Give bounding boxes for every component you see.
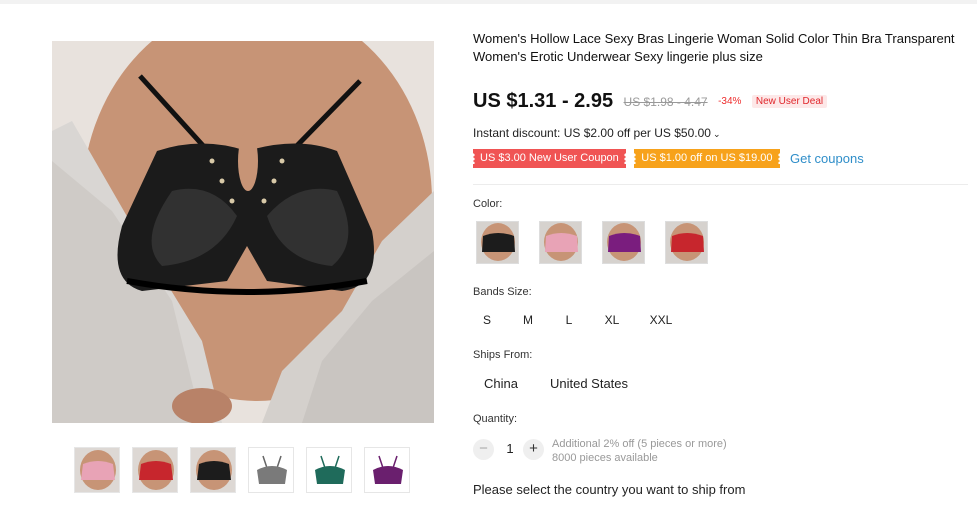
swatch-black-icon: [477, 222, 518, 263]
thumbnail-pink[interactable]: [74, 447, 120, 493]
ships-from-china[interactable]: China: [481, 373, 521, 395]
swatch-purple[interactable]: [602, 221, 645, 264]
new-user-coupon[interactable]: US $3.00 New User Coupon: [470, 149, 629, 168]
get-coupons-link[interactable]: Get coupons: [790, 151, 864, 166]
thumbnail-grey[interactable]: [248, 447, 294, 493]
thumbnail-red[interactable]: [132, 447, 178, 493]
thumbnail-purple-icon: [365, 448, 409, 492]
product-title: Women's Hollow Lace Sexy Bras Lingerie W…: [473, 31, 955, 64]
lace-bra-photo-icon: [52, 41, 434, 423]
original-price: US $1.98 - 4.47: [623, 94, 708, 109]
top-divider: [0, 0, 977, 4]
thumbnail-green[interactable]: [306, 447, 352, 493]
quantity-info: Additional 2% off (5 pieces or more) 800…: [552, 437, 727, 465]
pieces-available: 8000 pieces available: [552, 452, 658, 464]
ships-from-united-states[interactable]: United States: [547, 373, 631, 395]
size-option-xxl[interactable]: XXL: [646, 309, 676, 331]
thumbnail-red-icon: [133, 448, 177, 492]
coupon-row: US $3.00 New User Coupon US $1.00 off on…: [470, 149, 864, 169]
size-option-s[interactable]: S: [476, 309, 498, 331]
swatch-red-icon: [666, 222, 707, 263]
main-product-image[interactable]: [52, 41, 434, 423]
swatch-black[interactable]: [476, 221, 519, 264]
thumbnail-black[interactable]: [190, 447, 236, 493]
swatch-red[interactable]: [665, 221, 708, 264]
swatch-purple-icon: [603, 222, 644, 263]
thumbnail-grey-icon: [249, 448, 293, 492]
thumbnail-strip: [74, 447, 434, 495]
size-option-m[interactable]: M: [517, 309, 539, 331]
color-label: Color:: [473, 198, 503, 210]
section-divider: [473, 184, 968, 185]
price-row: US $1.31 - 2.95 US $1.98 - 4.47 -34% New…: [473, 90, 828, 114]
thumbnail-pink-icon: [75, 448, 119, 492]
swatch-pink[interactable]: [539, 221, 582, 264]
bulk-discount-note: Additional 2% off (5 pieces or more): [552, 438, 727, 450]
instant-discount[interactable]: Instant discount: US $2.00 off per US $5…: [473, 126, 720, 140]
swatch-pink-icon: [540, 222, 581, 263]
shipping-notice: Please select the country you want to sh…: [473, 482, 746, 497]
spend-coupon[interactable]: US $1.00 off on US $19.00: [631, 149, 783, 168]
quantity-input[interactable]: 1: [505, 441, 515, 456]
thumbnail-black-icon: [191, 448, 235, 492]
quantity-decrease-button[interactable]: −: [473, 439, 494, 460]
size-option-l[interactable]: L: [558, 309, 580, 331]
size-option-xl[interactable]: XL: [599, 309, 625, 331]
thumbnail-purple[interactable]: [364, 447, 410, 493]
instant-discount-text: Instant discount: US $2.00 off per US $5…: [473, 126, 711, 140]
size-label: Bands Size:: [473, 286, 532, 298]
new-user-deal-badge: New User Deal: [751, 95, 828, 108]
quantity-increase-button[interactable]: +: [523, 439, 544, 460]
discount-percent: -34%: [718, 96, 742, 107]
quantity-label: Quantity:: [473, 413, 518, 425]
ships-from-label: Ships From:: [473, 349, 533, 361]
current-price: US $1.31 - 2.95: [473, 90, 614, 112]
chevron-down-icon: ⌄: [712, 129, 721, 139]
thumbnail-green-icon: [307, 448, 351, 492]
